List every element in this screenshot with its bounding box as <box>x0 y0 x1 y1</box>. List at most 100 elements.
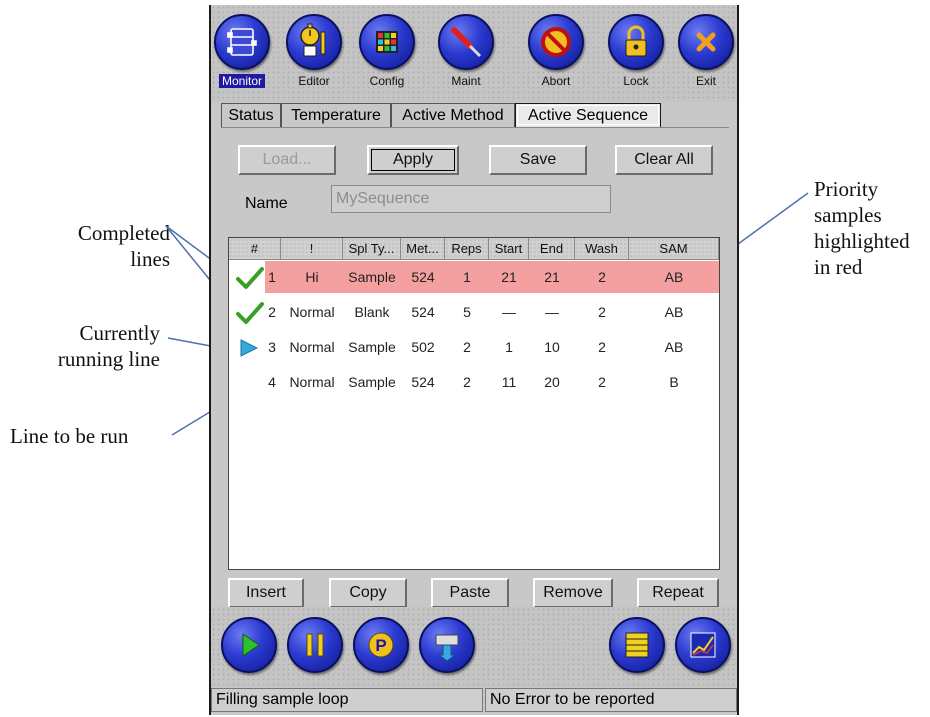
table-row[interactable]: 1 Hi Sample 524 1 21 21 2 AB <box>229 261 719 293</box>
toolbar-label-config: Config <box>369 74 405 88</box>
cell-priority: Normal <box>289 374 335 390</box>
sequence-name-field[interactable]: MySequence <box>331 185 611 213</box>
cell-method: 524 <box>411 374 435 390</box>
run-button[interactable] <box>221 617 277 673</box>
chart-icon <box>690 632 716 658</box>
toolbar-label-maint: Maint <box>451 74 481 88</box>
cell-sample-type: Sample <box>348 269 396 285</box>
cell-number: 4 <box>268 374 276 390</box>
padlock-icon <box>608 14 664 70</box>
no-entry-icon <box>528 14 584 70</box>
tab-active-sequence[interactable]: Active Sequence <box>515 103 661 127</box>
pause-button[interactable] <box>287 617 343 673</box>
play-arrow-icon <box>240 339 259 357</box>
cell-end: 10 <box>544 339 560 355</box>
priority-p-icon: P <box>368 632 394 658</box>
transfer-button[interactable] <box>419 617 475 673</box>
apply-button[interactable]: Apply <box>367 145 459 175</box>
sequence-list-button[interactable] <box>609 617 665 673</box>
cell-number: 1 <box>268 269 276 285</box>
toolbar-label-editor: Editor <box>298 74 330 88</box>
cell-start: 1 <box>505 339 513 355</box>
priority-button[interactable]: P <box>353 617 409 673</box>
cell-sam: AB <box>664 304 684 320</box>
toolbar-label-lock: Lock <box>623 74 649 88</box>
cell-method: 524 <box>411 304 435 320</box>
tab-temperature[interactable]: Temperature <box>281 103 391 127</box>
sequence-table: # ! Spl Ty... Met... Reps Start End Wash… <box>228 237 720 570</box>
cell-number: 2 <box>268 304 276 320</box>
cell-sample-type: Blank <box>354 304 390 320</box>
column-header-sample-type[interactable]: Spl Ty... <box>343 238 401 260</box>
cell-reps: 2 <box>463 339 471 355</box>
checkmark-icon <box>236 302 264 324</box>
column-header-wash[interactable]: Wash <box>575 238 629 260</box>
error-message: No Error to be reported <box>485 688 737 712</box>
table-row[interactable]: 4 Normal Sample 524 2 11 20 2 B <box>229 366 719 398</box>
toolbar-button-abort[interactable]: Abort <box>525 14 587 90</box>
cell-priority: Hi <box>305 269 319 285</box>
cell-wash: 2 <box>598 374 606 390</box>
column-header-number[interactable]: # <box>229 238 281 260</box>
close-x-icon <box>678 14 734 70</box>
instrument-window: Monitor Editor Config Maint Abort Lock E… <box>209 5 739 715</box>
cell-end: 20 <box>544 374 560 390</box>
repeat-button[interactable]: Repeat <box>637 578 719 608</box>
cell-sam: AB <box>664 269 684 285</box>
column-header-priority[interactable]: ! <box>281 238 343 260</box>
remove-button[interactable]: Remove <box>533 578 613 608</box>
toolbar-label-monitor: Monitor <box>218 74 265 88</box>
cell-sam: AB <box>664 339 684 355</box>
paste-button[interactable]: Paste <box>431 578 509 608</box>
column-header-sam[interactable]: SAM <box>629 238 719 260</box>
cell-priority: Normal <box>289 339 335 355</box>
column-header-method[interactable]: Met... <box>401 238 445 260</box>
insert-button[interactable]: Insert <box>228 578 304 608</box>
tab-status[interactable]: Status <box>221 103 281 127</box>
table-header: # ! Spl Ty... Met... Reps Start End Wash… <box>229 238 719 260</box>
toolbar-button-exit[interactable]: Exit <box>675 14 737 90</box>
toolbar-label-exit: Exit <box>695 74 716 88</box>
stopwatch-icon <box>286 14 342 70</box>
cell-reps: 2 <box>463 374 471 390</box>
cell-method: 524 <box>411 269 435 285</box>
cell-start: — <box>502 304 516 320</box>
cell-priority: Normal <box>289 304 335 320</box>
cell-sample-type: Sample <box>348 374 396 390</box>
column-header-reps[interactable]: Reps <box>445 238 489 260</box>
status-message: Filling sample loop <box>211 688 483 712</box>
save-button[interactable]: Save <box>489 145 587 175</box>
main-toolbar: Monitor Editor Config Maint Abort Lock E… <box>211 5 737 102</box>
cell-wash: 2 <box>598 339 606 355</box>
svg-text:P: P <box>375 636 386 655</box>
cell-reps: 1 <box>463 269 471 285</box>
toolbar-button-maint[interactable]: Maint <box>435 14 497 90</box>
control-bar: P <box>211 607 737 687</box>
cell-end: — <box>545 304 559 320</box>
clear-all-button[interactable]: Clear All <box>615 145 713 175</box>
table-row[interactable]: 3 Normal Sample 502 2 1 10 2 AB <box>229 331 719 363</box>
cell-wash: 2 <box>598 269 606 285</box>
column-header-end[interactable]: End <box>529 238 575 260</box>
monitor-icon <box>214 14 270 70</box>
copy-button[interactable]: Copy <box>329 578 407 608</box>
cell-sample-type: Sample <box>348 339 396 355</box>
tab-active-method[interactable]: Active Method <box>391 103 515 127</box>
toolbar-button-editor[interactable]: Editor <box>283 14 345 90</box>
name-label: Name <box>245 195 288 212</box>
table-row[interactable]: 2 Normal Blank 524 5 — — 2 AB <box>229 296 719 328</box>
toolbar-button-lock[interactable]: Lock <box>605 14 667 90</box>
cell-start: 21 <box>501 269 517 285</box>
screwdriver-icon <box>438 14 494 70</box>
cell-end: 21 <box>544 269 560 285</box>
cell-wash: 2 <box>598 304 606 320</box>
toolbar-button-config[interactable]: Config <box>356 14 418 90</box>
chromatogram-button[interactable] <box>675 617 731 673</box>
cell-start: 11 <box>501 374 517 390</box>
play-icon <box>242 633 260 657</box>
column-header-start[interactable]: Start <box>489 238 529 260</box>
cell-method: 502 <box>411 339 435 355</box>
transfer-icon <box>435 634 459 662</box>
load-button[interactable]: Load... <box>238 145 336 175</box>
toolbar-button-monitor[interactable]: Monitor <box>211 14 273 90</box>
